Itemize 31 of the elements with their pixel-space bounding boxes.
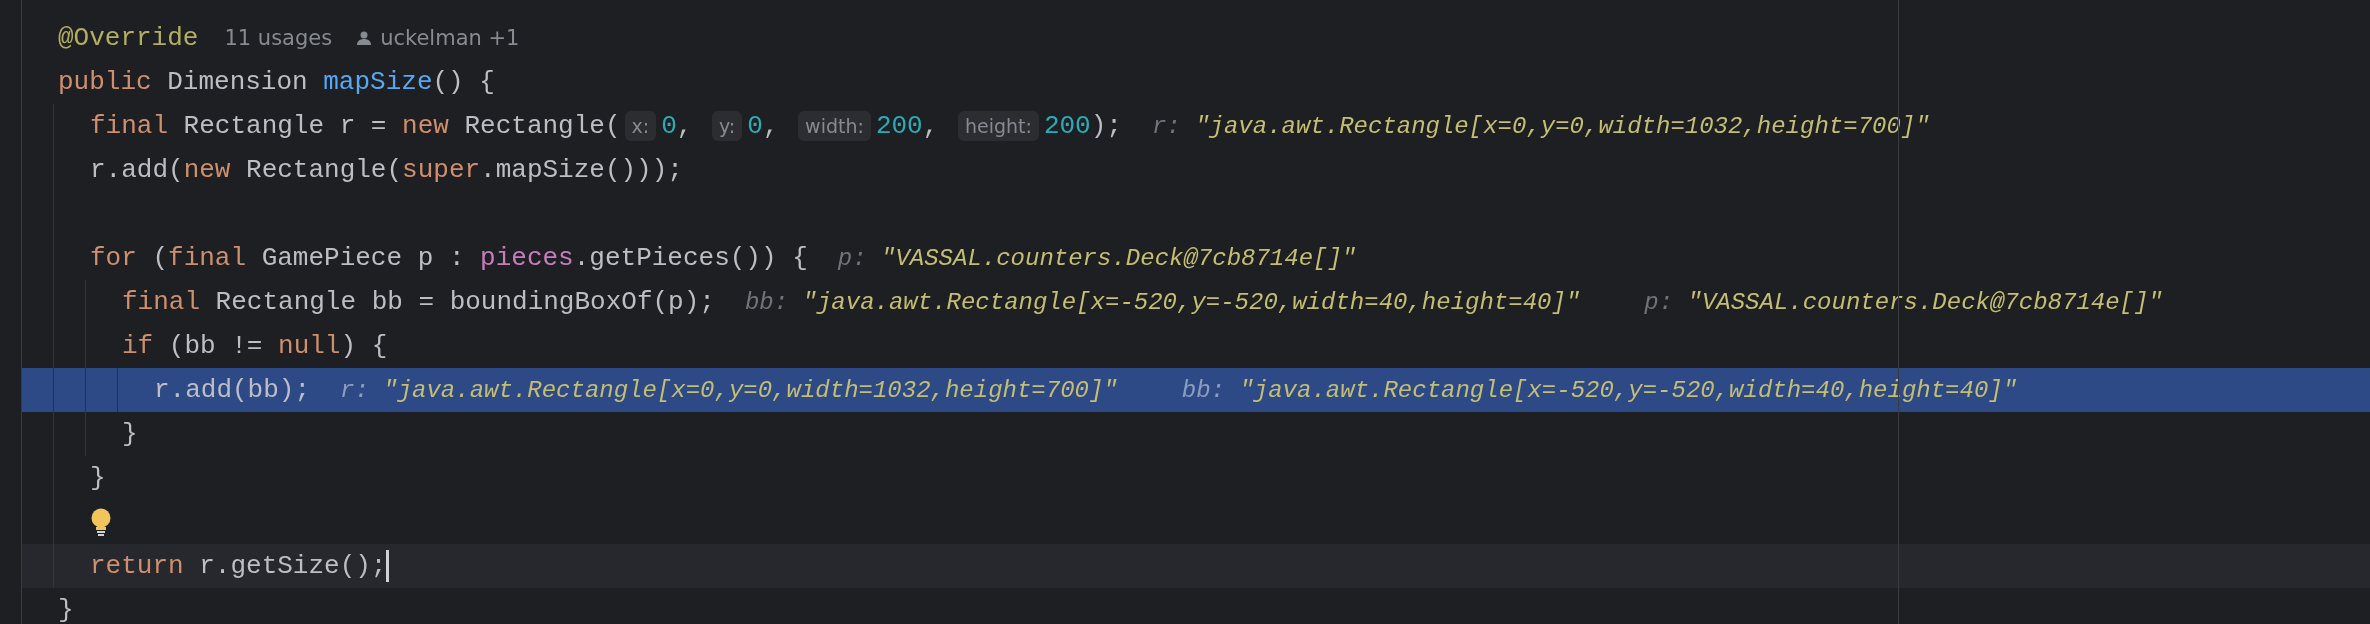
code-text: for (final GamePiece p : pieces.getPieces()) { <box>90 243 808 273</box>
code-text: } <box>58 595 74 624</box>
code-text: 0, <box>661 111 694 141</box>
parameter-hint: height: <box>957 111 1039 141</box>
code-text: 200, <box>875 111 940 141</box>
code-text: final Rectangle bb = boundingBoxOf(p); <box>122 287 715 317</box>
lightbulb-icon[interactable] <box>90 508 112 536</box>
text-cursor <box>386 550 390 582</box>
debug-value: r: "java.awt.Rectangle[x=0,y=0,width=1032,height=700]" <box>340 376 1118 404</box>
code-text: @Override <box>58 23 199 53</box>
parameter-hint: x: <box>624 111 657 141</box>
person-icon <box>356 30 373 46</box>
code-text: if (bb != null) { <box>122 331 388 361</box>
code-text: 0, <box>747 111 780 141</box>
code-text: public Dimension mapSize() { <box>58 67 495 97</box>
debug-value: p: "VASSAL.counters.Deck@7cb8714e[]" <box>1644 288 2163 316</box>
parameter-hint: y: <box>712 111 743 141</box>
code-text: 200); <box>1043 111 1122 141</box>
debug-value: p: "VASSAL.counters.Deck@7cb8714e[]" <box>837 244 1357 272</box>
code-text: final Rectangle r = new Rectangle( <box>90 111 621 141</box>
code-text: r.add(bb); <box>154 375 311 405</box>
author-hint[interactable]: uckelman +1 <box>380 26 520 50</box>
debug-value: bb: "java.awt.Rectangle[x=-520,y=-520,width=40,height=40]" <box>744 288 1581 316</box>
code-text: r.add(new Rectangle(super.mapSize())); <box>90 155 683 185</box>
debug-value: bb: "java.awt.Rectangle[x=-520,y=-520,width=40,height=40]" <box>1181 376 2018 404</box>
parameter-hint: width: <box>798 111 871 141</box>
code-text: } <box>122 419 138 449</box>
usages-hint[interactable]: 11 usages <box>224 26 333 50</box>
debug-value: r: "java.awt.Rectangle[x=0,y=0,width=1032,height=700]" <box>1151 112 1930 140</box>
code-text: } <box>90 463 106 493</box>
code-text: return r.getSize(); <box>90 551 387 581</box>
